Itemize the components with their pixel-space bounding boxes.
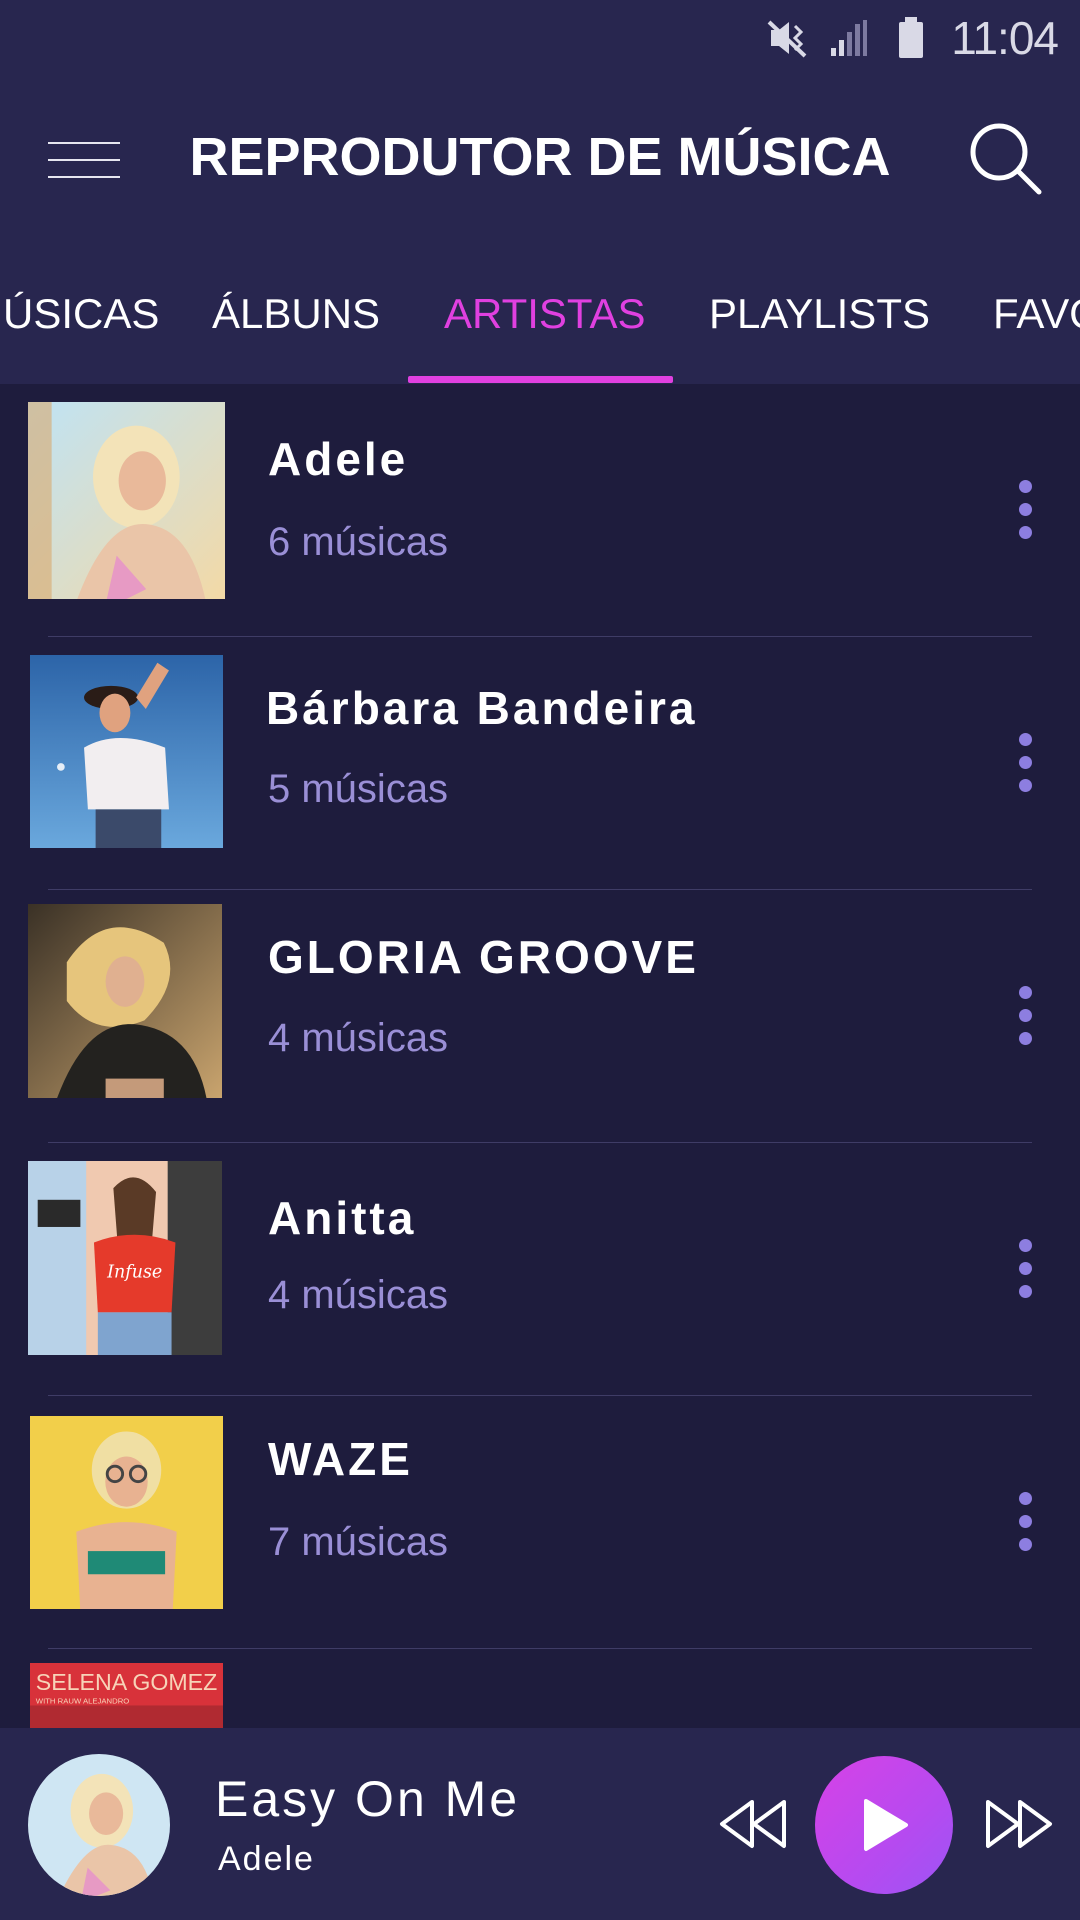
artist-name: GLORIA GROOVE bbox=[268, 931, 699, 983]
artist-song-count: 5 músicas bbox=[268, 767, 449, 811]
artist-row[interactable]: WAZE 7 músicas bbox=[0, 1396, 1080, 1649]
artist-thumbnail: SELENA GOMEZ WITH RAUW ALEJANDRO bbox=[30, 1663, 223, 1729]
tab-favoritos[interactable]: FAVORITOS bbox=[993, 290, 1080, 360]
tab-artistas[interactable]: ARTISTAS bbox=[444, 290, 646, 360]
app-header-area: 11:04 REPRODUTOR DE MÚSICA MÚSICAS ÁLBUN… bbox=[0, 0, 1080, 384]
artist-thumbnail bbox=[28, 904, 222, 1098]
artist-row[interactable]: Bárbara Bandeira 5 músicas bbox=[0, 637, 1080, 890]
signal-icon bbox=[827, 16, 871, 60]
status-bar: 11:04 bbox=[765, 8, 1059, 68]
now-playing-artwork bbox=[28, 1754, 170, 1896]
artist-row[interactable]: Infuse Anitta 4 músicas bbox=[0, 1143, 1080, 1396]
more-options-icon[interactable] bbox=[1010, 478, 1042, 542]
artist-row[interactable]: SELENA GOMEZ WITH RAUW ALEJANDRO bbox=[0, 1649, 1080, 1729]
artist-row[interactable]: GLORIA GROOVE 4 músicas bbox=[0, 890, 1080, 1143]
more-options-icon[interactable] bbox=[1010, 1237, 1042, 1301]
clock: 11:04 bbox=[951, 12, 1059, 64]
artist-thumbnail bbox=[28, 402, 225, 599]
artist-name: WAZE bbox=[268, 1433, 413, 1485]
artist-row[interactable]: Adele 6 músicas bbox=[0, 384, 1080, 637]
tab-playlists[interactable]: PLAYLISTS bbox=[709, 290, 930, 360]
mute-vibrate-icon bbox=[765, 16, 809, 60]
play-button[interactable] bbox=[815, 1756, 953, 1894]
battery-icon bbox=[889, 16, 933, 60]
artist-thumbnail bbox=[30, 655, 223, 848]
more-options-icon[interactable] bbox=[1010, 984, 1042, 1048]
artist-thumbnail: Infuse bbox=[28, 1161, 222, 1355]
artist-song-count: 6 músicas bbox=[268, 520, 449, 564]
artist-thumbnail bbox=[30, 1416, 223, 1609]
artist-name: Bárbara Bandeira bbox=[266, 682, 698, 734]
music-player-screen: 11:04 REPRODUTOR DE MÚSICA MÚSICAS ÁLBUN… bbox=[0, 0, 1080, 1920]
cover-text: SELENA GOMEZ bbox=[36, 1669, 217, 1695]
artist-name: Adele bbox=[268, 433, 409, 485]
play-icon bbox=[864, 1799, 908, 1851]
artist-song-count: 4 músicas bbox=[268, 1273, 449, 1317]
more-options-icon[interactable] bbox=[1010, 1490, 1042, 1554]
cover-subtext: WITH RAUW ALEJANDRO bbox=[36, 1697, 130, 1706]
active-tab-indicator bbox=[408, 376, 673, 383]
svg-text:Infuse: Infuse bbox=[106, 1262, 162, 1282]
now-playing-artist: Adele bbox=[218, 1840, 315, 1878]
page-title: REPRODUTOR DE MÚSICA bbox=[189, 127, 891, 187]
rewind-icon[interactable] bbox=[716, 1794, 792, 1854]
now-playing-title: Easy On Me bbox=[215, 1771, 521, 1827]
tab-albuns[interactable]: ÁLBUNS bbox=[212, 290, 380, 360]
more-options-icon[interactable] bbox=[1010, 731, 1042, 795]
artist-name: Anitta bbox=[268, 1192, 417, 1244]
now-playing-bar[interactable]: Easy On Me Adele bbox=[0, 1728, 1080, 1920]
artist-list: Adele 6 músicas Bárbara Bandeira 5 músic… bbox=[0, 384, 1080, 1729]
category-tabs: MÚSICAS ÁLBUNS ARTISTAS PLAYLISTS FAVORI… bbox=[0, 270, 1080, 384]
search-icon[interactable] bbox=[965, 118, 1045, 198]
fast-forward-icon[interactable] bbox=[980, 1794, 1056, 1854]
toolbar: REPRODUTOR DE MÚSICA bbox=[0, 100, 1080, 220]
artist-song-count: 7 músicas bbox=[268, 1520, 449, 1564]
artist-song-count: 4 músicas bbox=[268, 1016, 449, 1060]
tab-musicas[interactable]: MÚSICAS bbox=[0, 290, 159, 360]
